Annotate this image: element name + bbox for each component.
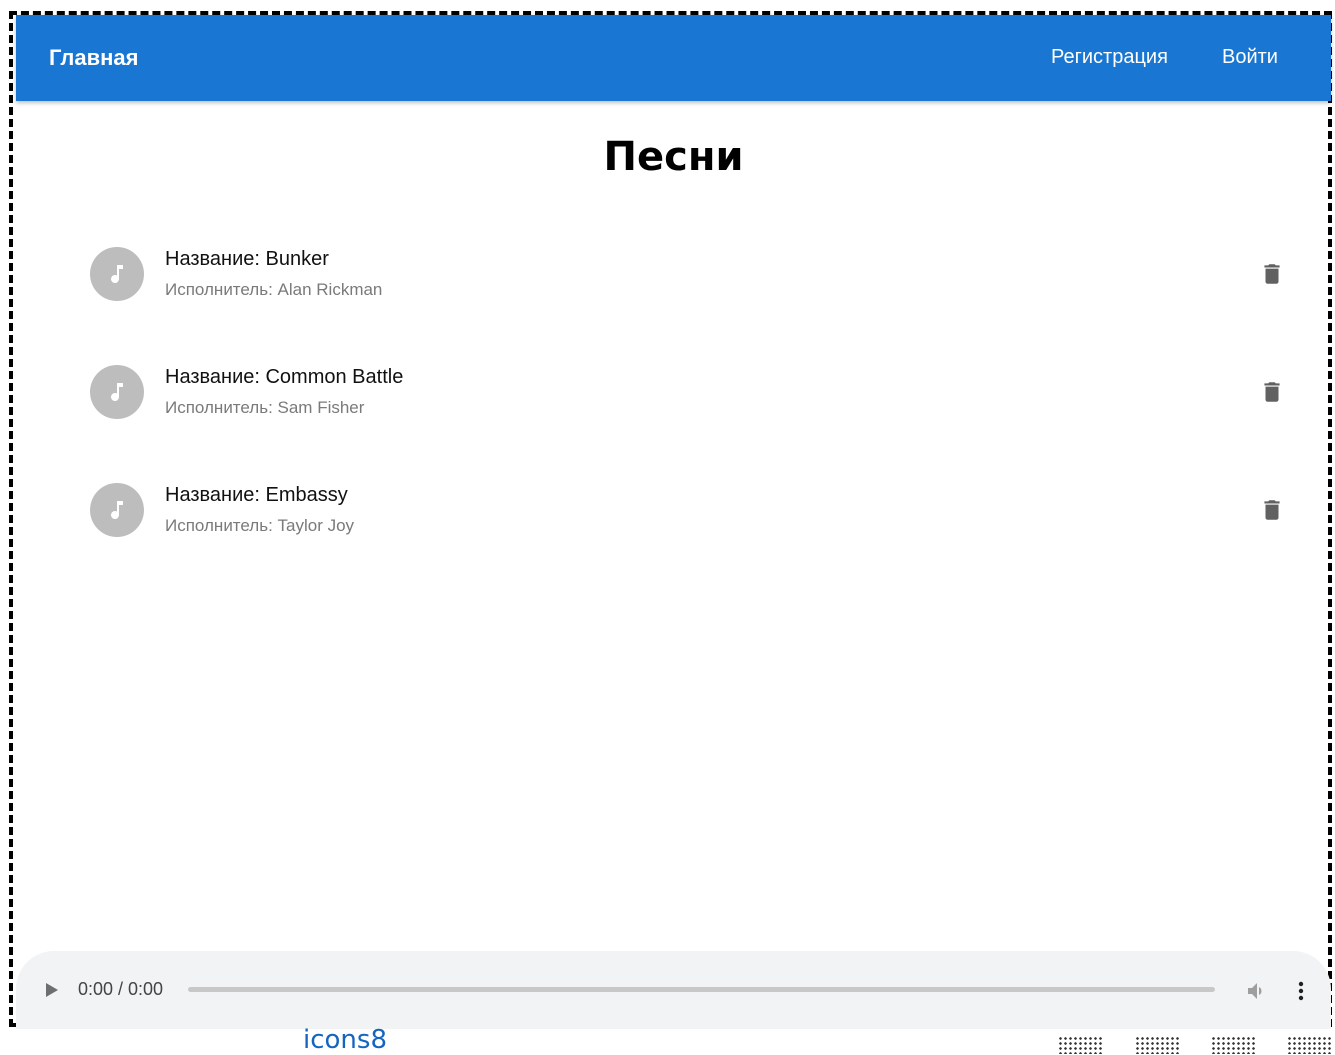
song-title: Название: Common Battle xyxy=(165,366,404,388)
song-item[interactable]: Название: Embassy Исполнитель: Taylor Jo… xyxy=(16,456,1331,564)
delete-button[interactable] xyxy=(1256,376,1288,408)
song-artist: Исполнитель: Taylor Joy xyxy=(165,516,355,535)
delete-button[interactable] xyxy=(1256,258,1288,290)
song-artist: Исполнитель: Sam Fisher xyxy=(165,398,365,417)
music-note-icon xyxy=(111,383,123,402)
dither-artifact xyxy=(1211,1036,1257,1054)
dither-artifact xyxy=(1135,1036,1181,1054)
app-bar: Главная Регистрация Войти xyxy=(16,15,1331,101)
dither-artifact xyxy=(1058,1036,1104,1054)
register-link[interactable]: Регистрация xyxy=(1051,15,1168,99)
delete-button[interactable] xyxy=(1256,494,1288,526)
home-link[interactable]: Главная xyxy=(49,15,138,101)
dither-artifact xyxy=(1287,1036,1333,1054)
song-avatar xyxy=(90,247,144,301)
page-title: Песни xyxy=(603,134,744,180)
icons8-credit-link[interactable]: icons8 xyxy=(303,1025,387,1055)
trash-icon xyxy=(1264,500,1280,520)
login-link[interactable]: Войти xyxy=(1222,15,1278,99)
music-note-icon xyxy=(111,265,123,284)
time-readout: 0:00 / 0:00 xyxy=(78,979,164,999)
trash-icon xyxy=(1264,382,1280,402)
music-note-icon xyxy=(111,501,123,520)
play-icon[interactable] xyxy=(42,981,60,999)
song-title: Название: Embassy xyxy=(165,484,348,506)
song-item[interactable]: Название: Bunker Исполнитель: Alan Rickm… xyxy=(16,220,1331,328)
seek-bar[interactable] xyxy=(188,987,1215,992)
volume-icon[interactable] xyxy=(1245,979,1269,1003)
audio-player: 0:00 / 0:00 xyxy=(16,951,1331,1029)
song-artist: Исполнитель: Alan Rickman xyxy=(165,280,383,299)
more-vert-icon[interactable] xyxy=(1292,979,1310,1003)
trash-icon xyxy=(1264,264,1280,284)
song-avatar xyxy=(90,483,144,537)
song-title: Название: Bunker xyxy=(165,248,329,270)
song-avatar xyxy=(90,365,144,419)
song-item[interactable]: Название: Common Battle Исполнитель: Sam… xyxy=(16,338,1331,446)
